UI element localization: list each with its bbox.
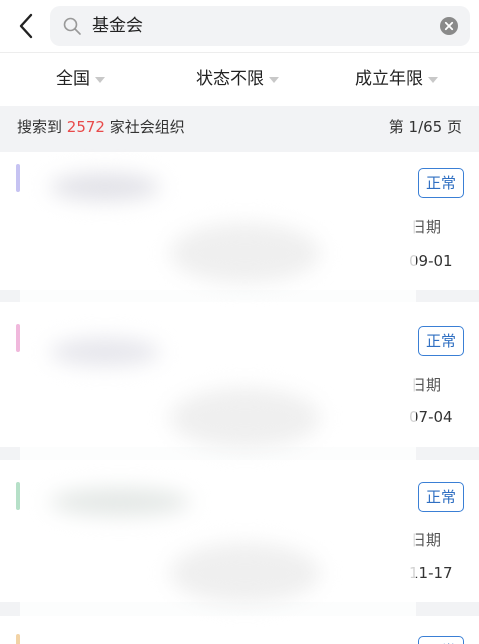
clear-icon[interactable] <box>440 17 458 35</box>
result-summary: 搜索到 2572 家社会组织 第 1/65 页 <box>0 106 479 148</box>
status-badge: 正常 <box>418 636 464 644</box>
filter-founded-years-label: 成立年限 <box>355 69 423 89</box>
filter-founded-years[interactable]: 成立年限 <box>355 68 438 90</box>
search-bar[interactable]: 基金会 <box>50 6 470 46</box>
result-count: 搜索到 2572 家社会组织 <box>17 117 185 137</box>
blur-patch <box>50 338 160 366</box>
result-count-number: 2572 <box>66 118 105 136</box>
status-badge: 正常 <box>418 482 464 512</box>
filter-status-label: 状态不限 <box>196 69 264 89</box>
caret-down-icon <box>95 77 105 83</box>
blur-overlay <box>20 158 416 644</box>
blur-patch <box>170 388 320 448</box>
back-button[interactable] <box>12 10 40 42</box>
status-badge: 正常 <box>418 326 464 356</box>
status-badge: 正常 <box>418 168 464 198</box>
filter-status[interactable]: 状态不限 <box>196 68 279 90</box>
caret-down-icon <box>428 77 438 83</box>
caret-down-icon <box>269 77 279 83</box>
filter-bar: 全国 状态不限 成立年限 <box>0 52 479 106</box>
blur-patch <box>50 488 190 516</box>
page-indicator: 第 1/65 页 <box>388 118 462 136</box>
search-icon <box>63 17 81 35</box>
search-input[interactable]: 基金会 <box>92 15 143 37</box>
filter-region[interactable]: 全国 <box>56 68 105 90</box>
top-bar: 基金会 <box>0 0 479 52</box>
blur-patch <box>170 543 320 603</box>
blur-patch <box>50 173 160 201</box>
chevron-left-icon <box>19 13 33 39</box>
result-count-prefix: 搜索到 <box>17 118 63 136</box>
filter-region-label: 全国 <box>56 69 90 89</box>
blur-patch <box>170 223 320 283</box>
result-count-suffix: 家社会组织 <box>109 118 185 136</box>
